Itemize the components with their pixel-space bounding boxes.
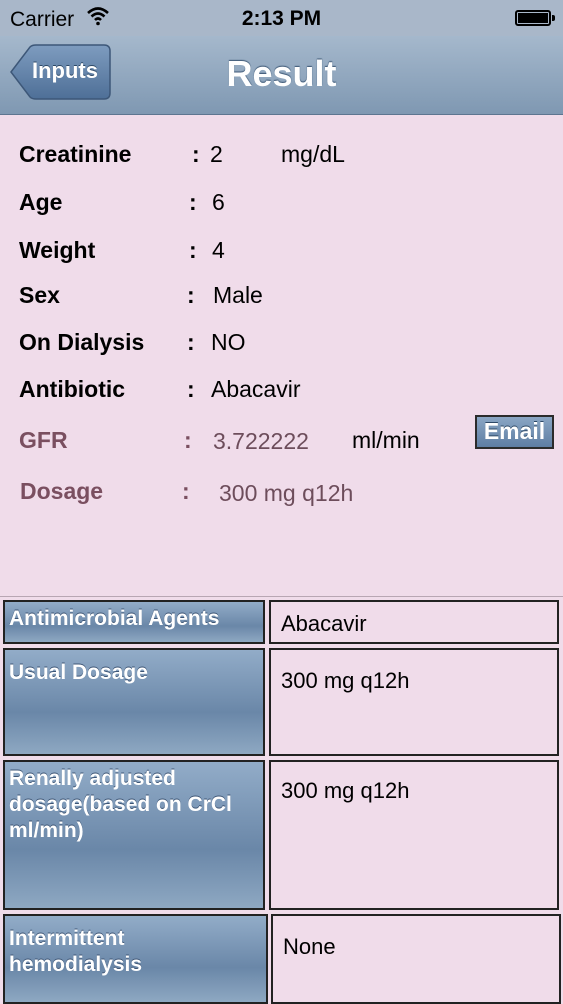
status-bar: Carrier 2:13 PM bbox=[0, 0, 563, 36]
table-row-label: Renally adjusted dosage(based on CrCl ml… bbox=[3, 760, 265, 910]
colon: : bbox=[189, 189, 197, 215]
table-row-value: None bbox=[271, 914, 561, 1004]
sex-value: Male bbox=[213, 282, 263, 308]
creatinine-unit: mg/dL bbox=[281, 141, 345, 167]
dosage-label: Dosage bbox=[20, 478, 104, 504]
creatinine-value: 2 bbox=[210, 141, 223, 167]
table-row-value: 300 mg q12h bbox=[269, 648, 559, 756]
colon: : bbox=[184, 427, 192, 453]
age-value: 6 bbox=[212, 189, 225, 215]
table-row-value: 300 mg q12h bbox=[269, 760, 559, 910]
antibiotic-value: Abacavir bbox=[211, 376, 301, 402]
colon: : bbox=[192, 141, 200, 167]
colon: : bbox=[187, 376, 195, 402]
gfr-value: 3.722222 bbox=[213, 428, 309, 454]
weight-value: 4 bbox=[212, 237, 225, 263]
dialysis-value: NO bbox=[211, 329, 246, 355]
age-label: Age bbox=[19, 189, 63, 215]
colon: : bbox=[182, 478, 190, 504]
table-row-label: Antimicrobial Agents bbox=[3, 600, 265, 644]
sex-label: Sex bbox=[19, 282, 60, 308]
table-row-label: Intermittent hemodialysis bbox=[3, 914, 268, 1004]
colon: : bbox=[189, 237, 197, 263]
page-title: Result bbox=[226, 53, 337, 94]
dosage-value: 300 mg q12h bbox=[219, 480, 354, 506]
email-button[interactable]: Email bbox=[475, 415, 554, 449]
creatinine-label: Creatinine bbox=[19, 141, 132, 167]
colon: : bbox=[187, 329, 195, 355]
battery-icon bbox=[515, 10, 555, 26]
antibiotic-label: Antibiotic bbox=[19, 376, 126, 402]
gfr-label: GFR bbox=[19, 427, 68, 453]
gfr-unit: ml/min bbox=[352, 427, 420, 453]
table-row-label: Usual Dosage bbox=[3, 648, 265, 756]
colon: : bbox=[187, 282, 195, 308]
section-divider bbox=[0, 596, 563, 597]
table-row-value: Abacavir bbox=[269, 600, 559, 644]
dialysis-label: On Dialysis bbox=[19, 329, 145, 355]
clock: 2:13 PM bbox=[241, 7, 322, 30]
navigation-bar: Inputs Result bbox=[0, 36, 563, 115]
weight-label: Weight bbox=[19, 237, 96, 263]
